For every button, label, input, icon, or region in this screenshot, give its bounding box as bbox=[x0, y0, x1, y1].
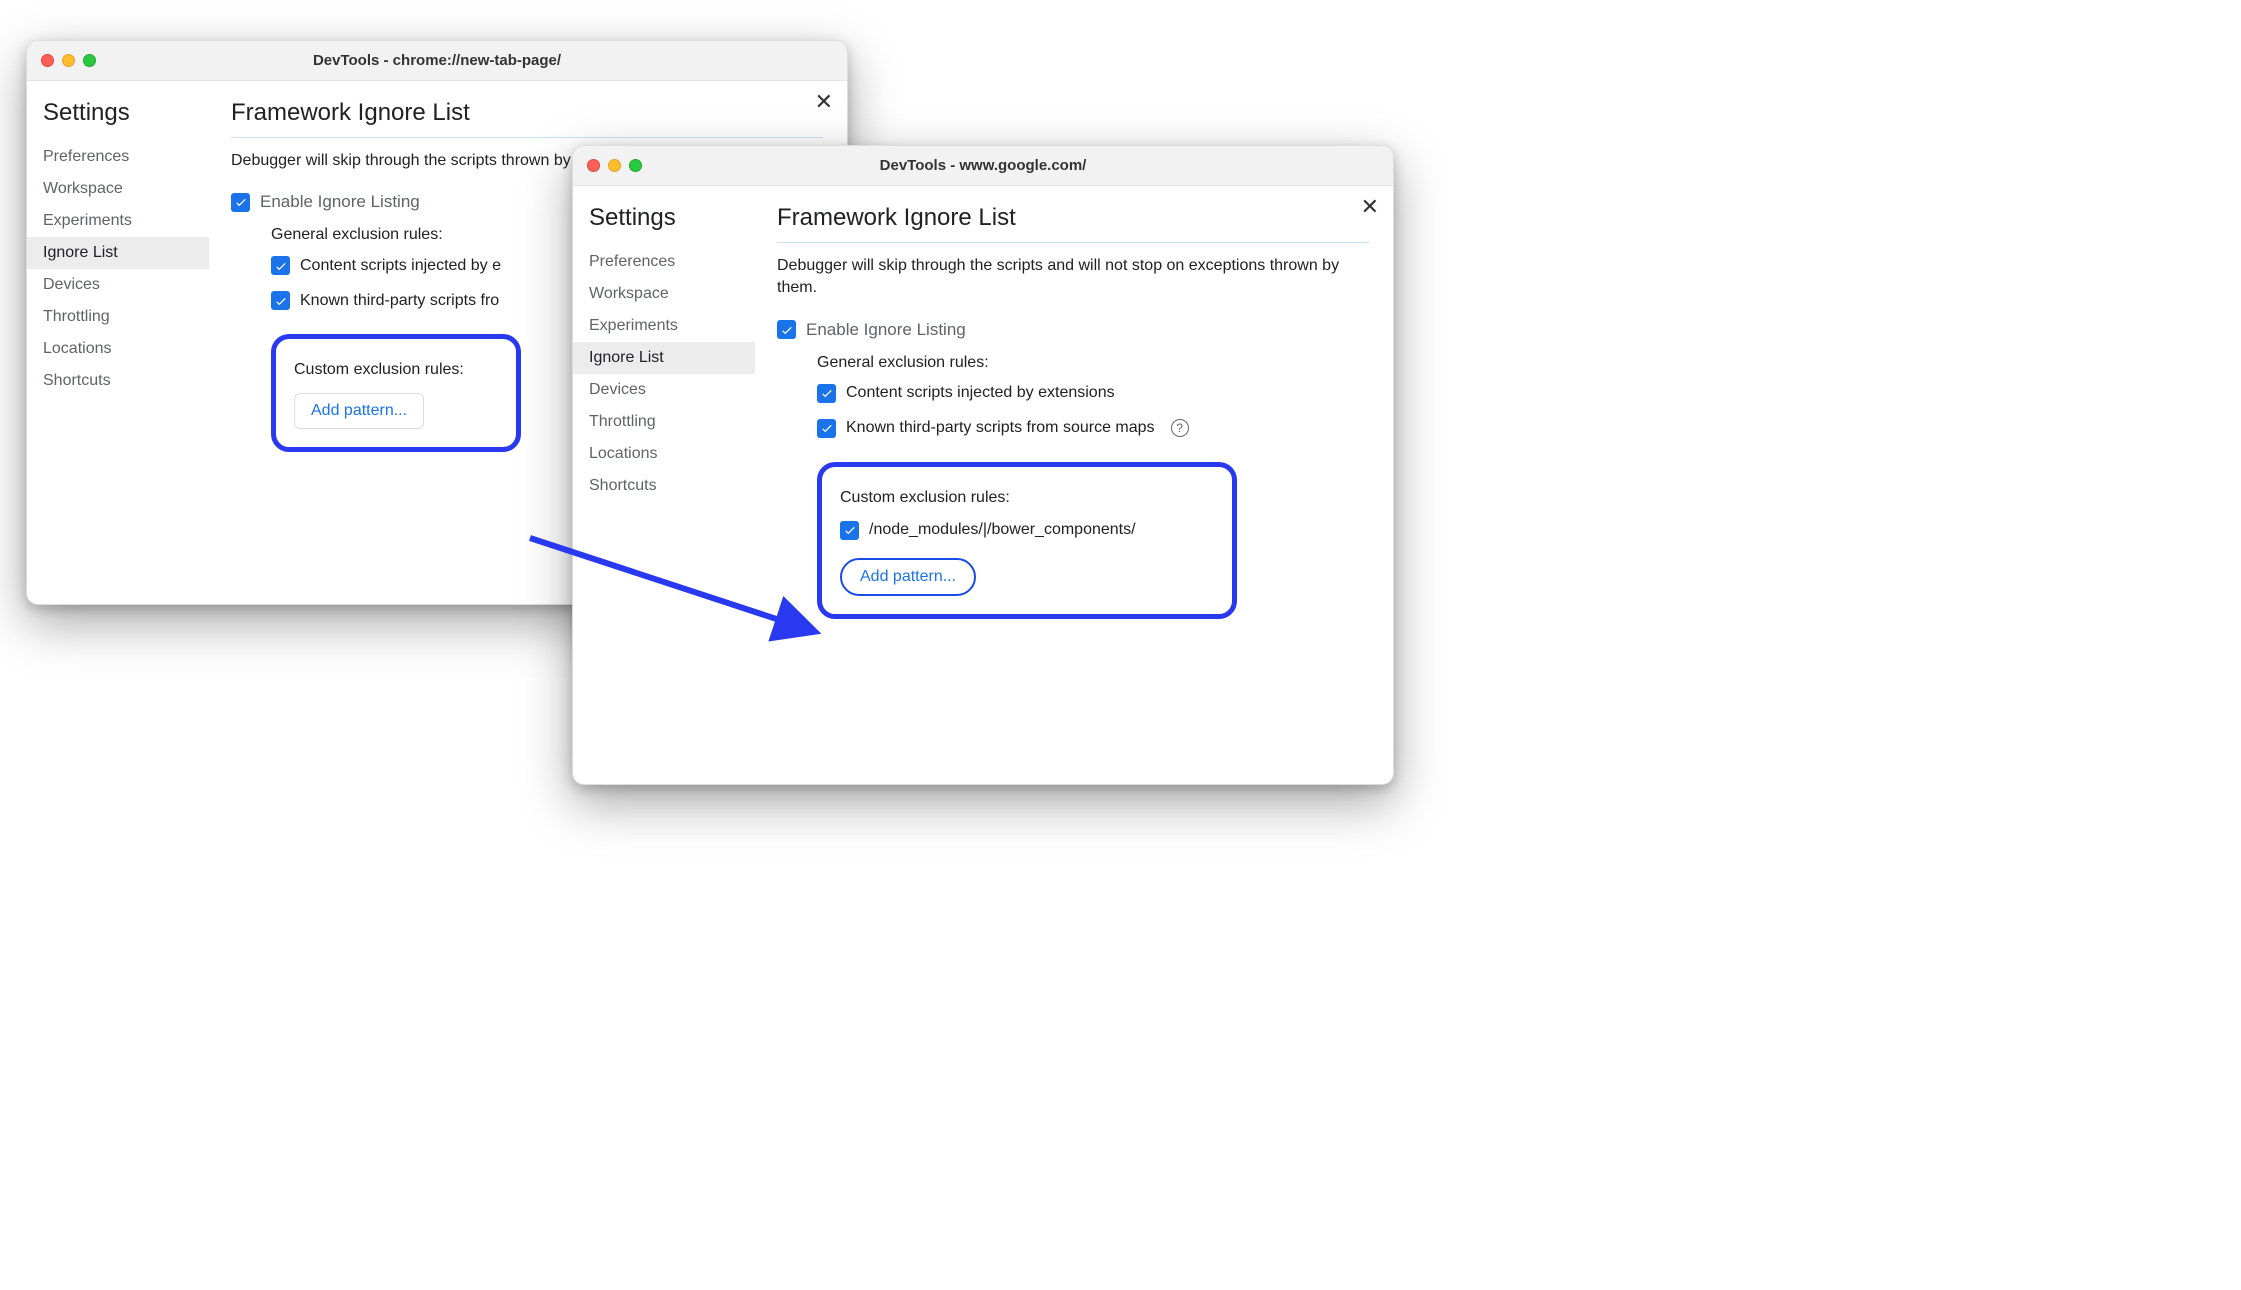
custom-rules-label: Custom exclusion rules: bbox=[294, 361, 498, 379]
sidebar-item-locations[interactable]: Locations bbox=[573, 438, 755, 470]
custom-exclusion-highlight: Custom exclusion rules: /node_modules/|/… bbox=[817, 462, 1237, 619]
checkbox-checked-icon[interactable] bbox=[271, 291, 290, 310]
settings-main: ✕ Framework Ignore List Debugger will sk… bbox=[755, 186, 1393, 784]
minimize-window-icon[interactable] bbox=[608, 159, 621, 172]
content-scripts-row[interactable]: Content scripts injected by extensions bbox=[817, 384, 1369, 403]
checkbox-checked-icon[interactable] bbox=[817, 384, 836, 403]
third-party-label: Known third-party scripts fro bbox=[300, 292, 499, 310]
content-scripts-label: Content scripts injected by extensions bbox=[846, 384, 1115, 402]
checkbox-checked-icon[interactable] bbox=[271, 256, 290, 275]
custom-pattern-value: /node_modules/|/bower_components/ bbox=[869, 521, 1136, 539]
minimize-window-icon[interactable] bbox=[62, 54, 75, 67]
sidebar-item-preferences[interactable]: Preferences bbox=[27, 141, 209, 173]
sidebar-item-shortcuts[interactable]: Shortcuts bbox=[573, 470, 755, 502]
sidebar-item-workspace[interactable]: Workspace bbox=[27, 173, 209, 205]
custom-exclusion-highlight: Custom exclusion rules: Add pattern... bbox=[271, 334, 521, 452]
sidebar-item-workspace[interactable]: Workspace bbox=[573, 278, 755, 310]
general-rules-label: General exclusion rules: bbox=[817, 354, 1369, 372]
settings-sidebar: Settings PreferencesWorkspaceExperiments… bbox=[573, 186, 755, 784]
sidebar-item-shortcuts[interactable]: Shortcuts bbox=[27, 365, 209, 397]
add-pattern-button[interactable]: Add pattern... bbox=[294, 393, 424, 429]
checkbox-checked-icon[interactable] bbox=[231, 193, 250, 212]
traffic-lights bbox=[587, 159, 642, 172]
sidebar-item-devices[interactable]: Devices bbox=[573, 374, 755, 406]
sidebar-item-ignore-list[interactable]: Ignore List bbox=[27, 237, 209, 269]
enable-ignore-listing-row[interactable]: Enable Ignore Listing bbox=[777, 320, 1369, 340]
sidebar-item-devices[interactable]: Devices bbox=[27, 269, 209, 301]
sidebar-item-experiments[interactable]: Experiments bbox=[573, 310, 755, 342]
maximize-window-icon[interactable] bbox=[83, 54, 96, 67]
settings-sidebar: Settings PreferencesWorkspaceExperiments… bbox=[27, 81, 209, 604]
general-exclusion-group: General exclusion rules: Content scripts… bbox=[817, 354, 1369, 619]
titlebar[interactable]: DevTools - chrome://new-tab-page/ bbox=[27, 41, 847, 81]
close-window-icon[interactable] bbox=[41, 54, 54, 67]
titlebar[interactable]: DevTools - www.google.com/ bbox=[573, 146, 1393, 186]
settings-heading: Settings bbox=[573, 198, 755, 246]
page-title: Framework Ignore List bbox=[231, 99, 823, 138]
window-title: DevTools - chrome://new-tab-page/ bbox=[27, 52, 847, 69]
checkbox-checked-icon[interactable] bbox=[777, 320, 796, 339]
close-window-icon[interactable] bbox=[587, 159, 600, 172]
checkbox-checked-icon[interactable] bbox=[840, 521, 859, 540]
sidebar-item-preferences[interactable]: Preferences bbox=[573, 246, 755, 278]
settings-heading: Settings bbox=[27, 93, 209, 141]
description-text: Debugger will skip through the scripts a… bbox=[777, 255, 1369, 300]
enable-ignore-listing-label: Enable Ignore Listing bbox=[806, 320, 966, 340]
maximize-window-icon[interactable] bbox=[629, 159, 642, 172]
third-party-label: Known third-party scripts from source ma… bbox=[846, 419, 1155, 437]
content-scripts-label: Content scripts injected by e bbox=[300, 257, 501, 275]
custom-pattern-row[interactable]: /node_modules/|/bower_components/ bbox=[840, 521, 1214, 540]
help-icon[interactable]: ? bbox=[1171, 419, 1189, 437]
checkbox-checked-icon[interactable] bbox=[817, 419, 836, 438]
sidebar-item-locations[interactable]: Locations bbox=[27, 333, 209, 365]
custom-rules-label: Custom exclusion rules: bbox=[840, 489, 1214, 507]
sidebar-item-throttling[interactable]: Throttling bbox=[27, 301, 209, 333]
close-icon[interactable]: ✕ bbox=[815, 91, 833, 113]
add-pattern-button[interactable]: Add pattern... bbox=[840, 558, 976, 596]
sidebar-item-throttling[interactable]: Throttling bbox=[573, 406, 755, 438]
page-title: Framework Ignore List bbox=[777, 204, 1369, 243]
sidebar-item-ignore-list[interactable]: Ignore List bbox=[573, 342, 755, 374]
window-title: DevTools - www.google.com/ bbox=[573, 157, 1393, 174]
enable-ignore-listing-label: Enable Ignore Listing bbox=[260, 192, 420, 212]
sidebar-item-experiments[interactable]: Experiments bbox=[27, 205, 209, 237]
close-icon[interactable]: ✕ bbox=[1361, 196, 1379, 218]
third-party-row[interactable]: Known third-party scripts from source ma… bbox=[817, 419, 1369, 438]
traffic-lights bbox=[41, 54, 96, 67]
devtools-window-b: DevTools - www.google.com/ Settings Pref… bbox=[572, 145, 1394, 785]
